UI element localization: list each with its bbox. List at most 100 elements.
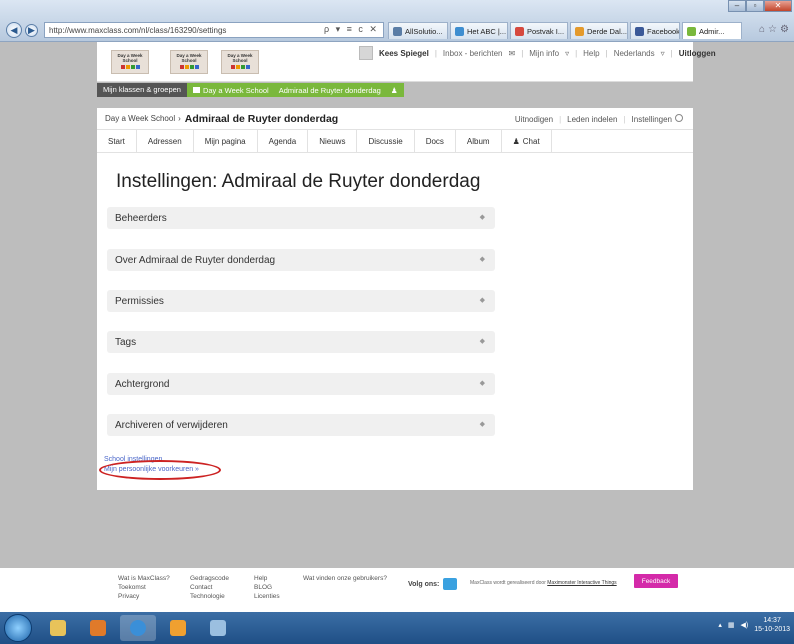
panel-tags[interactable]: Tags ◆	[107, 331, 495, 353]
tab-discussie[interactable]: Discussie	[357, 130, 415, 152]
footer-link[interactable]: Contact	[190, 583, 229, 592]
address-controls[interactable]: ρ ▾ ≡ c ✕	[324, 24, 379, 35]
tab-start[interactable]: Start	[97, 130, 137, 152]
group-bar-green: Day a Week School Admiraal de Ruyter don…	[186, 83, 404, 97]
people-icon[interactable]: ♟	[391, 86, 398, 95]
panel-archiveren[interactable]: Archiveren of verwijderen ◆	[107, 414, 495, 436]
panel-permissies[interactable]: Permissies ◆	[107, 290, 495, 312]
tab-adressen[interactable]: Adressen	[137, 130, 194, 152]
clock[interactable]: 14:37 15-10-2013	[754, 616, 790, 634]
tab-favicon-icon	[635, 26, 644, 36]
footer-link[interactable]: Technologie	[190, 592, 229, 601]
school-logo[interactable]: Day a Week School	[170, 50, 208, 74]
tab-agenda[interactable]: Agenda	[258, 130, 309, 152]
language-menu[interactable]: Nederlands	[614, 49, 655, 58]
group-title: Admiraal de Ruyter donderdag	[184, 112, 339, 125]
maximonster-link[interactable]: Maximonster Interactive Things	[547, 580, 616, 586]
help-link[interactable]: Help	[583, 49, 599, 58]
feedback-button[interactable]: Feedback	[634, 574, 678, 588]
back-icon[interactable]: ◀	[6, 22, 22, 38]
highlight-ellipse	[99, 460, 221, 480]
tab-favicon-icon	[575, 26, 584, 36]
browser-tab-derde[interactable]: Derde Dal...	[570, 22, 628, 39]
mail-taskbar-icon[interactable]	[160, 615, 196, 641]
browser-toolbar-icons[interactable]: ⌂☆⚙	[759, 24, 792, 35]
chevron-down-icon: ▿	[565, 48, 570, 58]
school-crumb[interactable]: Day a Week School	[192, 86, 269, 95]
group-crumb[interactable]: Admiraal de Ruyter donderdag	[279, 86, 381, 95]
chevron-icon: ◆	[479, 380, 485, 387]
footer-col-1: Wat is MaxClass? Toekomst Privacy	[118, 574, 170, 601]
browser-tab-allsolutions[interactable]: AllSolutio...	[388, 22, 448, 39]
volume-icon[interactable]: ◀)	[740, 621, 748, 629]
group-header: Day a Week School › Admiraal de Ruyter d…	[97, 108, 693, 130]
browser-tab-abc[interactable]: Het ABC |...	[450, 22, 508, 39]
chevron-icon: ◆	[479, 256, 485, 263]
browser-chrome: – ▫ ✕ ◀ ▶ http://www.maxclass.com/nl/cla…	[0, 0, 794, 42]
members-link[interactable]: Leden indelen	[567, 115, 617, 124]
browser-tab-postvak[interactable]: Postvak I...	[510, 22, 568, 39]
footer-col-3: Help BLOG Licenties	[254, 574, 280, 601]
mijn-info-menu[interactable]: Mijn info	[529, 49, 559, 58]
tray-arrow-icon[interactable]: ▴	[718, 621, 722, 629]
site-topbar: Day a Week School Day a Week School Day …	[97, 42, 716, 82]
tab-album[interactable]: Album	[456, 130, 502, 152]
invite-link[interactable]: Uitnodigen	[515, 115, 553, 124]
mail-icon: ✉	[508, 48, 516, 58]
my-classes-link[interactable]: Mijn klassen & groepen	[97, 83, 187, 97]
footer-link[interactable]: Wat is MaxClass?	[118, 574, 170, 583]
group-bar: Mijn klassen & groepen Day a Week School…	[97, 83, 404, 97]
users-link[interactable]: Wat vinden onze gebruikers?	[303, 574, 387, 583]
footer-link[interactable]: Toekomst	[118, 583, 170, 592]
avatar[interactable]	[359, 46, 373, 60]
footer-link[interactable]: Privacy	[118, 592, 170, 601]
taskbar: ▴ ▦ ◀) 14:37 15-10-2013	[0, 612, 794, 644]
start-button[interactable]	[4, 614, 32, 642]
chevron-icon: ◆	[479, 338, 485, 345]
browser-tab-admiraal[interactable]: Admir...	[682, 22, 742, 39]
user-name[interactable]: Kees Spiegel	[379, 49, 429, 58]
chevron-icon: ◆	[479, 214, 485, 221]
twitter-icon[interactable]	[443, 578, 458, 590]
inbox-link[interactable]: Inbox - berichten	[443, 49, 503, 58]
tab-favicon-icon	[393, 26, 402, 36]
media-taskbar-icon[interactable]	[80, 615, 116, 641]
web-page: Day a Week School Day a Week School Day …	[0, 42, 794, 612]
gear-icon	[675, 114, 683, 122]
tab-chat[interactable]: ♟ Chat	[502, 130, 552, 152]
chevron-icon: ◆	[479, 421, 485, 428]
tab-favicon-icon	[455, 26, 464, 36]
paint-taskbar-icon[interactable]	[200, 615, 236, 641]
minimize-icon[interactable]: –	[728, 0, 746, 12]
panel-beheerders[interactable]: Beheerders ◆	[107, 207, 495, 229]
close-icon[interactable]: ✕	[764, 0, 792, 12]
main-panel: Day a Week School › Admiraal de Ruyter d…	[97, 108, 693, 490]
school-breadcrumb[interactable]: Day a Week School	[105, 114, 175, 123]
forward-icon[interactable]: ▶	[25, 24, 38, 37]
footer-link[interactable]: Help	[254, 574, 280, 583]
follow-us: Volg ons:	[408, 578, 458, 590]
footer-col-2: Gedragscode Contact Technologie	[190, 574, 229, 601]
footer-link[interactable]: BLOG	[254, 583, 280, 592]
school-logo[interactable]: Day a Week School	[111, 50, 149, 74]
settings-link[interactable]: Instellingen	[632, 114, 683, 124]
footer-link[interactable]: Licenties	[254, 592, 280, 601]
user-bar: Kees Spiegel | Inbox - berichten ✉ | Mij…	[359, 46, 716, 60]
tab-mijn-pagina[interactable]: Mijn pagina	[194, 130, 258, 152]
maximize-icon[interactable]: ▫	[746, 0, 764, 12]
page-title: Instellingen: Admiraal de Ruyter donderd…	[116, 171, 481, 192]
panel-over[interactable]: Over Admiraal de Ruyter donderdag ◆	[107, 249, 495, 271]
system-tray: ▴ ▦ ◀) 14:37 15-10-2013	[718, 616, 790, 634]
logout-link[interactable]: Uitloggen	[679, 49, 716, 58]
breadcrumb-separator: ›	[178, 114, 181, 123]
tab-nieuws[interactable]: Nieuws	[308, 130, 358, 152]
panel-achtergrond[interactable]: Achtergrond ◆	[107, 373, 495, 395]
explorer-taskbar-icon[interactable]	[40, 615, 76, 641]
network-icon[interactable]: ▦	[728, 621, 735, 629]
browser-tab-facebook[interactable]: Facebook	[630, 22, 680, 39]
footer-link[interactable]: Gedragscode	[190, 574, 229, 583]
ie-taskbar-icon[interactable]	[120, 615, 156, 641]
group-icon	[192, 86, 200, 93]
tab-docs[interactable]: Docs	[415, 130, 456, 152]
school-logo[interactable]: Day a Week School	[221, 50, 259, 74]
